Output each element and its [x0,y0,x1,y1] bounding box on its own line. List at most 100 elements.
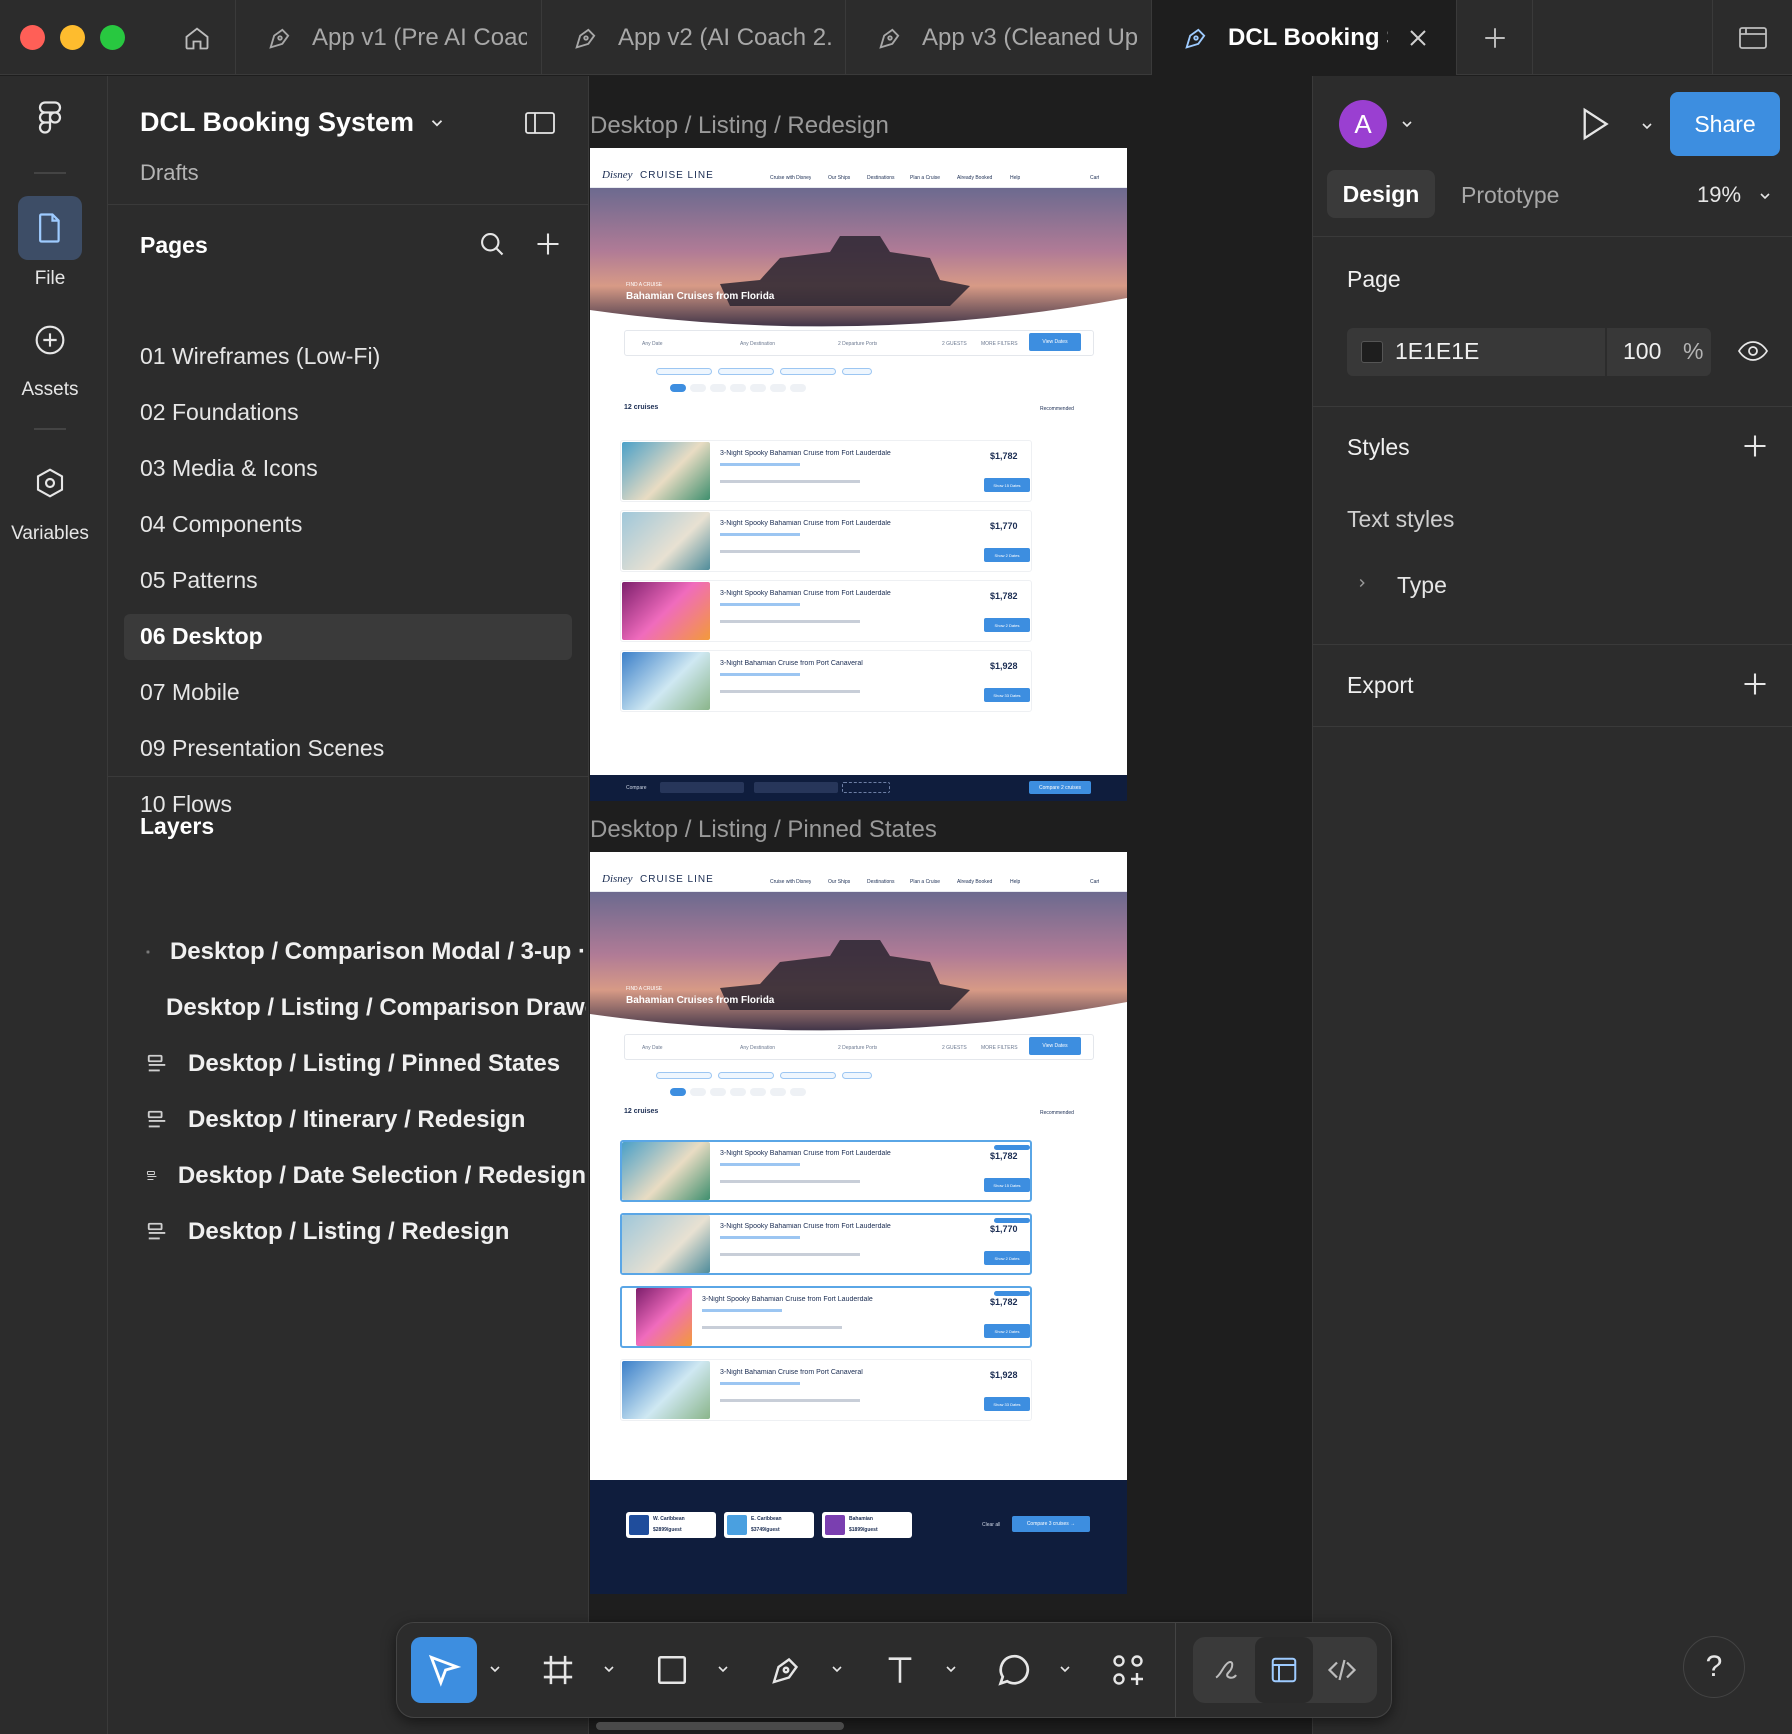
dev-mode-button[interactable] [1313,1637,1371,1703]
whats-included-link[interactable] [720,533,800,536]
chevron-down-icon[interactable] [1639,118,1655,134]
file-title[interactable]: DCL Booking System [140,107,414,138]
actions-tool-button[interactable] [1095,1637,1161,1703]
page-opacity-value[interactable]: 100 [1623,338,1661,365]
move-tool-button[interactable] [411,1637,477,1703]
compare-slot[interactable] [754,782,838,793]
cruise-title[interactable]: 3-Night Spooky Bahamian Cruise from Fort… [702,1296,922,1303]
filter-chip[interactable] [842,368,872,375]
pen-tool-button[interactable] [753,1637,819,1703]
layer-item[interactable]: Desktop / Listing / Comparison Drawer [146,994,586,1022]
nights-option[interactable] [710,1088,726,1096]
page-item[interactable]: 05 Patterns [140,567,258,594]
whats-included-link[interactable] [720,1163,800,1166]
frame-tool-button[interactable] [525,1637,591,1703]
cruise-title[interactable]: 3-Night Spooky Bahamian Cruise from Fort… [720,450,940,457]
search-departing[interactable]: 2 Departure Ports [838,1045,877,1051]
cruise-title[interactable]: 3-Night Spooky Bahamian Cruise from Fort… [720,1223,940,1230]
layer-item[interactable]: Desktop / Listing / Redesign [146,1218,586,1246]
search-guests[interactable]: 2 GUESTS [942,341,967,347]
add-export-icon[interactable] [1741,670,1769,698]
page-item[interactable]: 02 Foundations [140,399,299,426]
chevron-down-icon[interactable] [941,1659,961,1679]
site-cart[interactable]: Cart [1090,175,1099,181]
figma-logo-icon[interactable] [32,100,68,140]
help-button[interactable]: ? [1683,1636,1745,1698]
filter-chip[interactable] [656,368,712,375]
nights-option[interactable] [670,384,686,392]
chevron-down-icon[interactable] [1757,188,1773,204]
filter-chip[interactable] [780,368,836,375]
sort-select[interactable]: Recommended [1040,406,1074,412]
draw-mode-button[interactable] [1197,1637,1255,1703]
comment-tool-button[interactable] [981,1637,1047,1703]
file-location[interactable]: Drafts [140,160,199,186]
show-dates-button[interactable]: Show 33 Dates [984,688,1030,702]
site-nav-item[interactable]: Help [1010,175,1020,181]
cruise-title[interactable]: 3-Night Spooky Bahamian Cruise from Fort… [720,520,940,527]
chevron-down-icon[interactable] [599,1659,619,1679]
layer-item[interactable]: Desktop / Itinerary / Redesign [146,1106,586,1134]
chevron-down-icon[interactable] [1399,116,1415,132]
nights-option[interactable] [670,1088,686,1096]
layer-item[interactable]: Desktop / Comparison Modal / 3-up · [146,938,586,966]
search-sailing[interactable]: Any Destination [740,1045,775,1051]
sort-select[interactable]: Recommended [1040,1110,1074,1116]
chevron-down-icon[interactable] [485,1659,505,1679]
chevron-down-icon[interactable] [713,1659,733,1679]
minimize-window-button[interactable] [60,25,85,50]
canvas[interactable]: Desktop / Listing / Redesign Disney CRUIS… [590,76,1312,1734]
page-color-value[interactable]: 1E1E1E [1395,338,1479,365]
show-dates-button[interactable]: Show 15 Dates [984,478,1030,492]
rectangle-tool-button[interactable] [639,1637,705,1703]
search-leaving[interactable]: Any Date [642,341,663,347]
site-nav-item[interactable]: Cruise with Disney [770,175,811,181]
compare-slot[interactable] [660,782,744,793]
layer-item[interactable]: Desktop / Listing / Pinned States [146,1050,586,1078]
search-leaving[interactable]: Any Date [642,1045,663,1051]
show-dates-button[interactable]: Show 2 Dates [984,1251,1030,1265]
page-item[interactable]: 09 Presentation Scenes [140,735,384,762]
frame-listing-pinned-states[interactable]: Disney CRUISE LINE Cruise with Disney Our S… [590,852,1127,1594]
chevron-down-icon[interactable] [428,114,446,132]
page-item[interactable]: 07 Mobile [140,679,240,706]
clear-all-link[interactable]: Clear all [982,1522,1000,1528]
nights-option[interactable] [690,1088,706,1096]
cruise-title[interactable]: 3-Night Bahamian Cruise from Port Canave… [720,1369,940,1376]
brand-logo[interactable]: CRUISE LINE [640,874,714,885]
filter-chip[interactable] [718,368,774,375]
filter-chip[interactable] [656,1072,712,1079]
color-swatch[interactable] [1361,341,1383,363]
page-item[interactable]: 01 Wireframes (Low-Fi) [140,343,380,370]
play-icon[interactable] [1579,106,1611,142]
share-button[interactable]: Share [1670,92,1780,156]
close-icon[interactable] [1406,26,1430,50]
chevron-down-icon[interactable] [827,1659,847,1679]
filter-chip[interactable] [842,1072,872,1079]
whats-included-link[interactable] [720,1382,800,1385]
assets-button[interactable] [18,308,82,372]
horizontal-scrollbar[interactable] [596,1722,844,1730]
whats-included-link[interactable] [720,463,800,466]
chevron-down-icon[interactable] [1055,1659,1075,1679]
toggle-sidebar-icon[interactable] [524,110,556,136]
tab-prototype[interactable]: Prototype [1461,182,1559,209]
search-filters[interactable]: MORE FILTERS [981,1045,1018,1051]
variables-button[interactable] [18,451,82,515]
text-tool-button[interactable] [867,1637,933,1703]
nights-option[interactable] [790,1088,806,1096]
nights-option[interactable] [690,384,706,392]
nights-option[interactable] [730,384,746,392]
nights-option[interactable] [790,384,806,392]
search-pages-icon[interactable] [478,230,506,258]
nights-option[interactable] [750,1088,766,1096]
avatar[interactable]: A [1339,100,1387,148]
layer-item[interactable]: Desktop / Date Selection / Redesign [146,1162,586,1190]
design-mode-button[interactable] [1255,1637,1313,1703]
show-dates-button[interactable]: Show 33 Dates [984,1397,1030,1411]
filter-chip[interactable] [718,1072,774,1079]
whats-included-link[interactable] [720,1236,800,1239]
zoom-level[interactable]: 19% [1697,182,1741,208]
tab-app-v1[interactable]: App v1 (Pre AI Coach) [236,0,542,75]
add-style-icon[interactable] [1741,432,1769,460]
